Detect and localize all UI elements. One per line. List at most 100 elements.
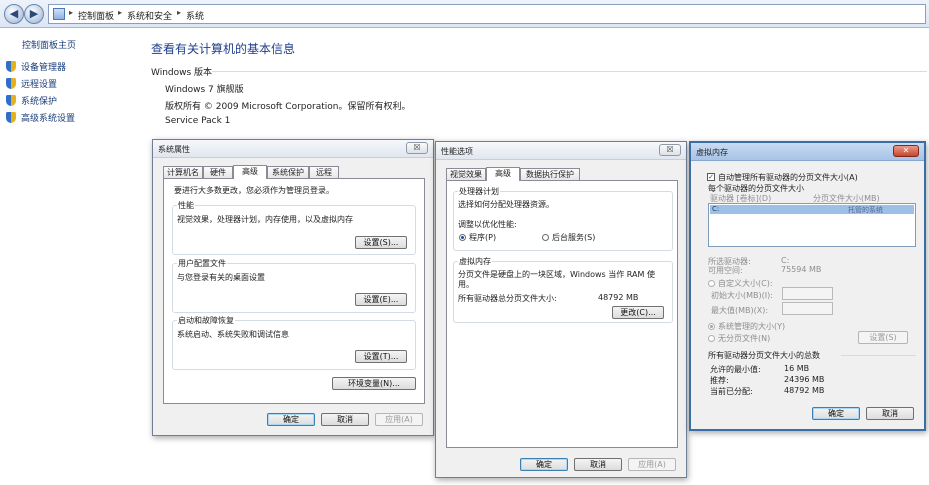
sidebar-item-remote-settings[interactable]: 远程设置 — [6, 77, 57, 91]
apply-button[interactable]: 应用(A) — [375, 413, 423, 426]
shield-icon — [6, 95, 16, 106]
user-profiles-group: 用户配置文件 与您登录有关的桌面设置 设置(E)... — [172, 258, 416, 313]
drive-list[interactable]: C: 托管的系统 — [708, 203, 916, 247]
close-button[interactable]: ☒ — [659, 144, 681, 156]
back-button[interactable]: ◀ — [4, 4, 24, 24]
list-item[interactable]: C: 托管的系统 — [710, 205, 914, 214]
divider — [212, 71, 927, 72]
max-size-input[interactable] — [782, 302, 833, 315]
cancel-button[interactable]: 取消 — [321, 413, 369, 426]
control-panel-icon — [53, 8, 65, 20]
auto-manage-checkbox[interactable]: ✓ — [707, 173, 715, 181]
set-button[interactable]: 设置(S) — [858, 331, 908, 344]
copyright-text: 版权所有 © 2009 Microsoft Corporation。保留所有权利… — [165, 102, 411, 112]
shield-icon — [6, 112, 16, 123]
max-size-label: 最大值(MB)(X): — [711, 306, 769, 315]
currently-allocated-label: 当前已分配: — [710, 387, 753, 396]
breadcrumb-system[interactable]: 系统 — [186, 9, 204, 22]
total-paging-label: 所有驱动器总分页文件大小: — [458, 294, 557, 303]
performance-settings-button[interactable]: 设置(S)... — [355, 236, 407, 249]
breadcrumb-control-panel[interactable]: 控制面板 — [78, 9, 114, 22]
dialog-title: 系统属性 — [158, 145, 190, 154]
user-profiles-settings-button[interactable]: 设置(E)... — [355, 293, 407, 306]
tab-hardware[interactable]: 硬件 — [203, 166, 233, 178]
shield-icon — [6, 61, 16, 72]
apply-button[interactable]: 应用(A) — [628, 458, 676, 471]
tab-advanced[interactable]: 高级 — [233, 165, 267, 179]
chevron-right-icon[interactable]: ▸ — [177, 8, 181, 17]
tab-panel-advanced: 要进行大多数更改，您必须作为管理员登录。 性能 视觉效果，处理器计划，内存使用，… — [163, 178, 425, 404]
dialog-titlebar: 系统属性 ☒ — [153, 140, 433, 158]
no-paging-file-radio[interactable] — [708, 335, 715, 342]
programs-label: 程序(P) — [469, 233, 497, 242]
selected-drive-value: C: — [781, 256, 790, 265]
dialog-title: 虚拟内存 — [696, 148, 728, 157]
tab-strip: 视觉效果 高级 数据执行保护 — [446, 167, 678, 181]
background-services-radio[interactable] — [542, 234, 549, 241]
total-size-heading: 所有驱动器分页文件大小的总数 — [708, 351, 820, 360]
cancel-button[interactable]: 取消 — [574, 458, 622, 471]
dialog-titlebar: 虚拟内存 ✕ — [691, 143, 924, 161]
dialog-title: 性能选项 — [441, 147, 473, 156]
adjust-label: 调整以优化性能: — [458, 220, 517, 229]
custom-size-label: 自定义大小(C): — [718, 279, 773, 288]
programs-radio[interactable] — [459, 234, 466, 241]
processor-scheduling-label: 处理器计划 — [458, 186, 500, 197]
tab-remote[interactable]: 远程 — [309, 166, 339, 178]
virtual-memory-label: 虚拟内存 — [458, 256, 492, 267]
custom-size-radio[interactable] — [708, 280, 715, 287]
chevron-right-icon[interactable]: ▸ — [118, 8, 122, 17]
recommended-value: 24396 MB — [784, 375, 825, 384]
chevron-right-icon[interactable]: ▸ — [69, 8, 73, 17]
tab-strip: 计算机名 硬件 高级 系统保护 远程 — [163, 165, 425, 179]
recommended-label: 推荐: — [710, 376, 729, 385]
tab-system-protection[interactable]: 系统保护 — [267, 166, 309, 178]
tab-computer-name[interactable]: 计算机名 — [163, 166, 203, 178]
user-profiles-label: 用户配置文件 — [177, 258, 227, 269]
performance-group: 性能 视觉效果，处理器计划，内存使用，以及虚拟内存 设置(S)... — [172, 200, 416, 255]
environment-variables-button[interactable]: 环境变量(N)... — [332, 377, 416, 390]
breadcrumb-system-security[interactable]: 系统和安全 — [127, 9, 172, 22]
forward-button[interactable]: ▶ — [24, 4, 44, 24]
change-button[interactable]: 更改(C)... — [612, 306, 664, 319]
processor-scheduling-desc: 选择如何分配处理器资源。 — [458, 200, 554, 209]
address-box[interactable]: ▸ 控制面板 ▸ 系统和安全 ▸ 系统 — [48, 4, 926, 24]
address-bar: ◀ ▶ ▸ 控制面板 ▸ 系统和安全 ▸ 系统 — [0, 0, 929, 28]
tab-dep[interactable]: 数据执行保护 — [520, 168, 580, 180]
system-managed-radio[interactable] — [708, 323, 715, 330]
sidebar-item-advanced-settings[interactable]: 高级系统设置 — [6, 111, 75, 125]
admin-note: 要进行大多数更改，您必须作为管理员登录。 — [174, 186, 334, 195]
startup-recovery-desc: 系统启动、系统失败和调试信息 — [177, 330, 289, 339]
divider — [841, 355, 916, 356]
service-pack-text: Service Pack 1 — [165, 116, 231, 126]
tab-advanced[interactable]: 高级 — [486, 167, 520, 181]
currently-allocated-value: 48792 MB — [784, 386, 825, 395]
tab-panel-advanced: 处理器计划 选择如何分配处理器资源。 调整以优化性能: 程序(P) 后台服务(S… — [446, 180, 678, 448]
user-profiles-desc: 与您登录有关的桌面设置 — [177, 273, 265, 282]
close-button[interactable]: ✕ — [893, 145, 919, 157]
available-space-value: 75594 MB — [781, 265, 822, 274]
close-button[interactable]: ☒ — [406, 142, 428, 154]
background-services-label: 后台服务(S) — [552, 233, 596, 242]
virtual-memory-group: 虚拟内存 分页文件是硬盘上的一块区域，Windows 当作 RAM 使 用。 所… — [453, 256, 673, 323]
virtual-memory-desc-cont: 用。 — [458, 280, 474, 289]
processor-scheduling-group: 处理器计划 选择如何分配处理器资源。 调整以优化性能: 程序(P) 后台服务(S… — [453, 186, 673, 251]
performance-desc: 视觉效果，处理器计划，内存使用，以及虚拟内存 — [177, 215, 353, 224]
startup-recovery-group: 启动和故障恢复 系统启动、系统失败和调试信息 设置(T)... — [172, 315, 416, 370]
cancel-button[interactable]: 取消 — [866, 407, 914, 420]
performance-options-dialog: 性能选项 ☒ 视觉效果 高级 数据执行保护 处理器计划 选择如何分配处理器资源。… — [435, 141, 687, 478]
sidebar-home-link[interactable]: 控制面板主页 — [22, 38, 76, 51]
tab-visual-effects[interactable]: 视觉效果 — [446, 168, 486, 180]
ok-button[interactable]: 确定 — [812, 407, 860, 420]
sidebar-item-device-manager[interactable]: 设备管理器 — [6, 60, 66, 74]
startup-recovery-settings-button[interactable]: 设置(T)... — [355, 350, 407, 363]
auto-manage-label: 自动管理所有驱动器的分页文件大小(A) — [718, 173, 858, 182]
ok-button[interactable]: 确定 — [267, 413, 315, 426]
dialog-titlebar: 性能选项 ☒ — [436, 142, 686, 160]
no-paging-file-label: 无分页文件(N) — [718, 334, 771, 343]
startup-recovery-label: 启动和故障恢复 — [177, 315, 235, 326]
sidebar-item-system-protection[interactable]: 系统保护 — [6, 94, 57, 108]
shield-icon — [6, 78, 16, 89]
ok-button[interactable]: 确定 — [520, 458, 568, 471]
initial-size-input[interactable] — [782, 287, 833, 300]
